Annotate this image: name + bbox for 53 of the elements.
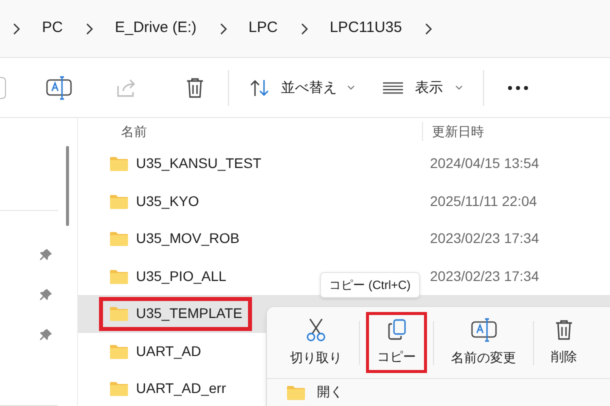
copy-icon [386, 318, 406, 341]
modified-date: 2023/02/23 17:34 [430, 266, 540, 286]
trash-icon [186, 76, 204, 98]
breadcrumb-item[interactable]: LPC11U35 [330, 17, 402, 40]
rename-icon [470, 318, 496, 342]
folder-icon [110, 194, 128, 209]
scrollbar-thumb[interactable] [66, 146, 69, 226]
menu-action[interactable]: 削除 [540, 312, 588, 374]
modified-date: 2023/02/23 17:34 [430, 229, 540, 248]
folder-icon [110, 344, 128, 359]
scissors-icon [306, 318, 326, 342]
chevron-icon [12, 22, 20, 34]
folder-icon [287, 384, 305, 400]
file-name: U35_TEMPLATE [136, 304, 242, 324]
chevron-icon [218, 22, 227, 34]
modified-date: 2025/11/11 22:04 [430, 192, 538, 211]
chevron-icon [300, 22, 308, 34]
caret-icon [347, 85, 355, 90]
folder-icon [110, 156, 128, 172]
file-name: U35_KANSU_TEST [136, 154, 262, 174]
breadcrumb-item[interactable]: PC [42, 17, 63, 40]
file-name: UART_AD [136, 342, 202, 361]
file-name: U35_MOV_ROB [136, 229, 240, 248]
column-header[interactable]: 名前 [78, 122, 422, 142]
tooltip: コピー (Ctrl+C) [320, 272, 420, 298]
file-name: U35_KYO [136, 192, 200, 211]
sort-button[interactable]: 並べ替え [249, 77, 355, 98]
breadcrumb-item[interactable]: LPC [248, 17, 278, 40]
modified-date: 2024/04/15 13:54 [430, 154, 540, 174]
caret-icon [455, 85, 463, 90]
file-name: U35_PIO_ALL [136, 266, 226, 286]
folder-icon [110, 306, 128, 322]
pin-icon[interactable] [40, 249, 52, 261]
rename-icon [46, 76, 72, 100]
pin-icon[interactable] [40, 289, 52, 301]
menu-action[interactable]: 切り取り [279, 310, 353, 374]
trash-icon [555, 318, 573, 341]
file-name: UART_AD_err [136, 379, 226, 398]
breadcrumb-item[interactable]: E_Drive (E:) [114, 17, 197, 40]
column-header[interactable]: 更新日時 [422, 122, 484, 142]
sort-icon [249, 78, 271, 96]
folder-icon [110, 231, 128, 246]
view-button[interactable]: 表示 [383, 77, 463, 98]
menu-icon [383, 82, 403, 94]
more-icon[interactable] [508, 86, 528, 90]
chevron-icon [84, 22, 93, 34]
folder-icon [110, 381, 128, 396]
menu-item[interactable]: 開く [267, 379, 610, 405]
chevron-icon [424, 22, 432, 34]
pin-icon[interactable] [40, 329, 52, 341]
folder-icon [110, 268, 128, 284]
menu-action[interactable]: コピー [366, 312, 427, 374]
menu-action[interactable]: 名前の変更 [440, 310, 527, 374]
